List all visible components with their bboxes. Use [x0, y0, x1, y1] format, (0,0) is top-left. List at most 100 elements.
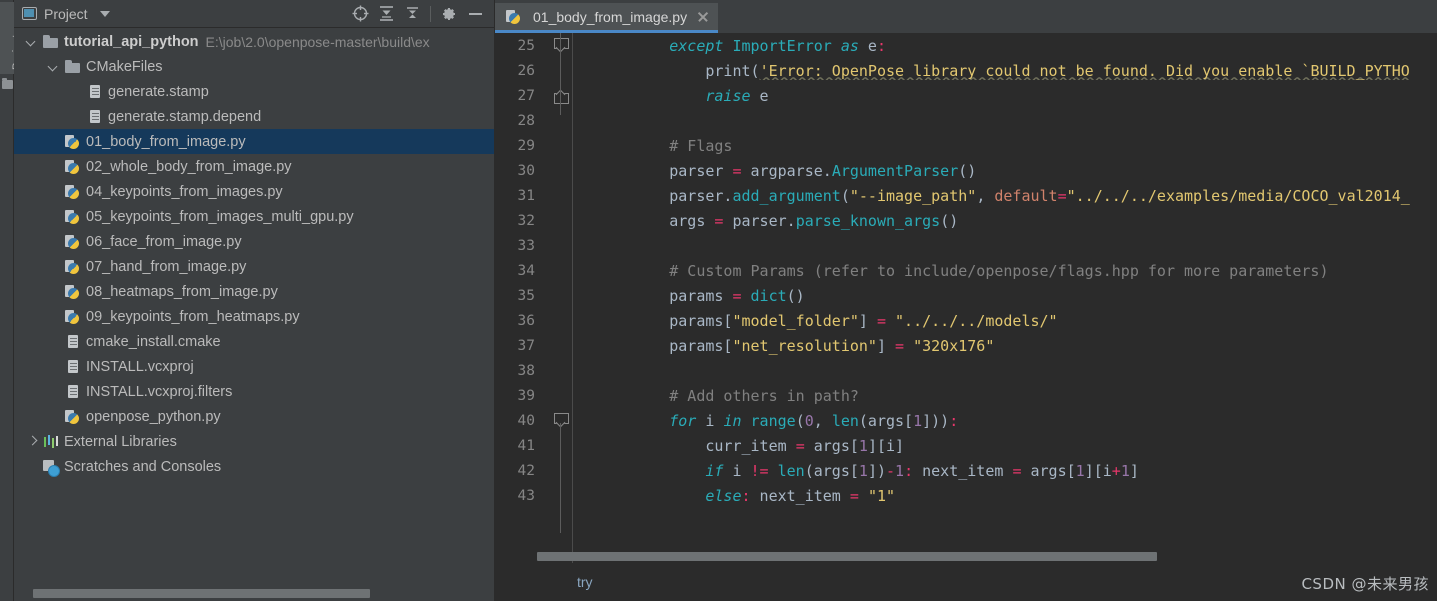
code-line[interactable]: 32 args = parser.parse_known_args(): [495, 208, 1437, 233]
fold-gutter[interactable]: [541, 433, 597, 458]
fold-gutter[interactable]: [541, 483, 597, 508]
chevron-right-icon[interactable]: [26, 435, 39, 448]
project-panel-toolbar: [347, 2, 488, 26]
line-number: 31: [517, 187, 535, 204]
tree-row[interactable]: INSTALL.vcxproj: [14, 354, 494, 379]
code-line[interactable]: 25 except ImportError as e:: [495, 33, 1437, 58]
tree-row[interactable]: CMakeFiles: [14, 54, 494, 79]
editor-tab-01-body-from-image[interactable]: 01_body_from_image.py: [495, 3, 719, 33]
tree-row[interactable]: tutorial_api_python E:\job\2.0\openpose-m…: [14, 29, 494, 54]
tree-row-label: 06_face_from_image.py: [86, 233, 242, 250]
chevron-down-icon[interactable]: [26, 35, 39, 48]
code-line[interactable]: 35 params = dict(): [495, 283, 1437, 308]
code-line[interactable]: 31 parser.add_argument("--image_path", d…: [495, 183, 1437, 208]
tree-row[interactable]: 09_keypoints_from_heatmaps.py: [14, 304, 494, 329]
fold-gutter[interactable]: [541, 258, 597, 283]
line-number: 40: [517, 412, 535, 429]
fold-gutter[interactable]: [541, 333, 597, 358]
tree-row[interactable]: 05_keypoints_from_images_multi_gpu.py: [14, 204, 494, 229]
fold-gutter[interactable]: [541, 133, 597, 158]
fold-gutter[interactable]: [541, 208, 597, 233]
py-icon: [64, 408, 82, 425]
tree-row-label: openpose_python.py: [86, 408, 221, 425]
fold-gutter[interactable]: [541, 383, 597, 408]
tree-row[interactable]: generate.stamp.depend: [14, 104, 494, 129]
code-line[interactable]: 40 for i in range(0, len(args[1])):: [495, 408, 1437, 433]
file-icon: [64, 358, 82, 375]
fold-gutter[interactable]: [541, 58, 597, 83]
python-file-icon: [505, 8, 523, 25]
tree-row-label: Scratches and Consoles: [64, 458, 222, 475]
fold-gutter[interactable]: [541, 233, 597, 258]
code-line[interactable]: 43 else: next_item = "1": [495, 483, 1437, 508]
sidebar-tab-project[interactable]: Project: [0, 2, 23, 74]
code-line[interactable]: 27 raise e: [495, 83, 1437, 108]
close-icon[interactable]: [696, 10, 710, 24]
code-line[interactable]: 41 curr_item = args[1][i]: [495, 433, 1437, 458]
tree-row[interactable]: cmake_install.cmake: [14, 329, 494, 354]
code-line[interactable]: 36 params["model_folder"] = "../../../mo…: [495, 308, 1437, 333]
chevron-down-icon[interactable]: [99, 10, 110, 17]
chevron-down-icon[interactable]: [48, 60, 61, 73]
code-viewport[interactable]: 25 except ImportError as e: 26 print('Err…: [495, 33, 1437, 563]
collapse-all-button[interactable]: [399, 2, 425, 26]
collapse-all-icon: [406, 7, 418, 18]
toolbar-separator: [430, 5, 431, 22]
tree-row[interactable]: Scratches and Consoles: [14, 454, 494, 479]
tree-twisty-spacer: [48, 210, 61, 223]
code-line[interactable]: 34 # Custom Params (refer to include/ope…: [495, 258, 1437, 283]
breadcrumb[interactable]: try: [577, 574, 593, 590]
fold-gutter[interactable]: [541, 458, 597, 483]
code-line[interactable]: 42 if i != len(args[1])-1: next_item = a…: [495, 458, 1437, 483]
tree-row[interactable]: 01_body_from_image.py: [14, 129, 494, 154]
code-line[interactable]: 39 # Add others in path?: [495, 383, 1437, 408]
fold-gutter[interactable]: [541, 83, 597, 108]
tree-row[interactable]: External Libraries: [14, 429, 494, 454]
settings-button[interactable]: [436, 2, 462, 26]
tree-twisty-spacer: [48, 360, 61, 373]
tree-row-label: generate.stamp.depend: [108, 108, 262, 125]
fold-region-line: [560, 423, 561, 533]
fold-gutter[interactable]: [541, 183, 597, 208]
code-text: if i != len(args[1])-1: next_item = args…: [705, 461, 1139, 480]
fold-gutter[interactable]: [541, 358, 597, 383]
tree-row[interactable]: openpose_python.py: [14, 404, 494, 429]
editor-horizontal-scrollbar[interactable]: [537, 552, 1157, 561]
fold-gutter[interactable]: [541, 158, 597, 183]
code-line[interactable]: 30 parser = argparse.ArgumentParser(): [495, 158, 1437, 183]
line-number: 35: [517, 287, 535, 304]
project-panel-title-group[interactable]: Project: [22, 6, 110, 22]
code-text: # Add others in path?: [669, 386, 859, 405]
tree-twisty-spacer: [26, 460, 39, 473]
tree-row-label: cmake_install.cmake: [86, 333, 221, 350]
scroll-from-source-button[interactable]: [347, 2, 373, 26]
editor-breadcrumb-bar: try CSDN @未来男孩: [495, 563, 1437, 601]
tree-row[interactable]: 07_hand_from_image.py: [14, 254, 494, 279]
fold-gutter[interactable]: [541, 408, 597, 433]
fold-gutter[interactable]: [541, 308, 597, 333]
code-line[interactable]: 37 params["net_resolution"] = "320x176": [495, 333, 1437, 358]
file-icon: [64, 333, 82, 350]
tree-row[interactable]: 02_whole_body_from_image.py: [14, 154, 494, 179]
code-line[interactable]: 33: [495, 233, 1437, 258]
hide-panel-button[interactable]: [462, 2, 488, 26]
fold-gutter[interactable]: [541, 108, 597, 133]
code-text: params = dict(): [597, 286, 805, 305]
tree-row[interactable]: 04_keypoints_from_images.py: [14, 179, 494, 204]
code-text: for i in range(0, len(args[1])):: [669, 411, 959, 430]
tree-row[interactable]: 06_face_from_image.py: [14, 229, 494, 254]
code-line[interactable]: 28: [495, 108, 1437, 133]
code-line[interactable]: 29 # Flags: [495, 133, 1437, 158]
fold-gutter[interactable]: [541, 33, 597, 58]
project-panel-horizontal-scrollbar[interactable]: [33, 589, 370, 598]
fold-gutter[interactable]: [541, 283, 597, 308]
file-icon: [64, 383, 82, 400]
tree-row[interactable]: INSTALL.vcxproj.filters: [14, 379, 494, 404]
folder-icon[interactable]: [2, 78, 13, 89]
expand-all-button[interactable]: [373, 2, 399, 26]
code-line[interactable]: 38: [495, 358, 1437, 383]
project-tree[interactable]: tutorial_api_python E:\job\2.0\openpose-m…: [14, 28, 494, 601]
tree-row[interactable]: generate.stamp: [14, 79, 494, 104]
tree-row[interactable]: 08_heatmaps_from_image.py: [14, 279, 494, 304]
code-line[interactable]: 26 print('Error: OpenPose library could …: [495, 58, 1437, 83]
